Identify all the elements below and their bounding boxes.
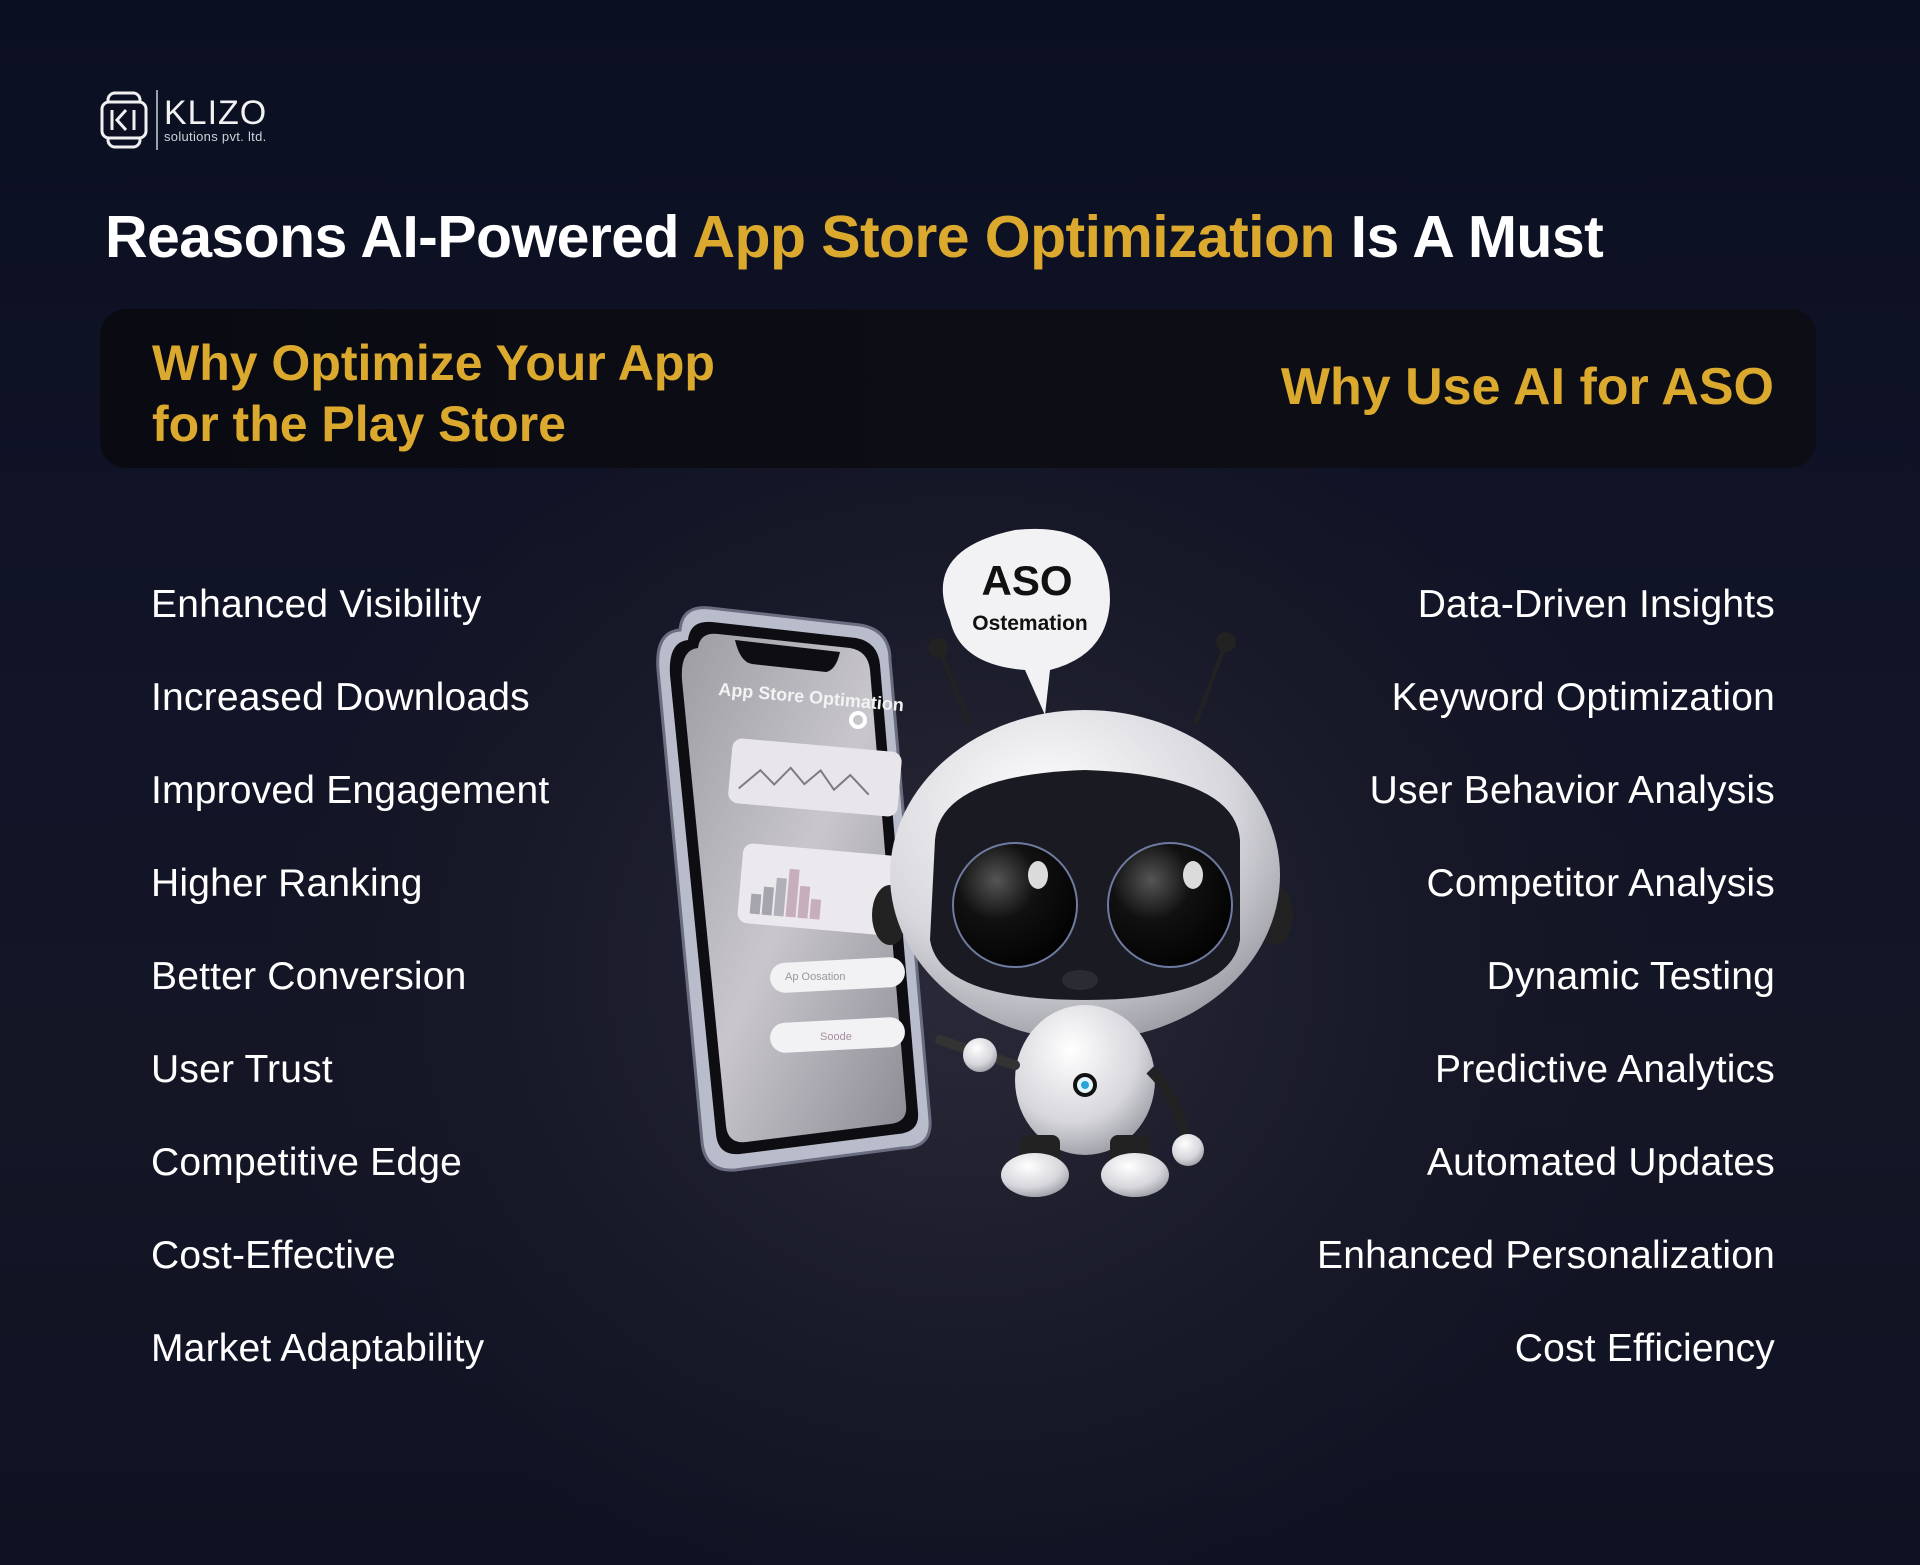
list-item: Enhanced Personalization <box>1317 1234 1775 1277</box>
brand-name: KLIZO <box>164 94 268 132</box>
list-item: Competitive Edge <box>151 1141 463 1184</box>
phone-input-text: Ap Oosation <box>785 971 846 983</box>
logo-text: KLIZO solutions pvt. ltd. <box>164 96 267 144</box>
list-item: Data-Driven Insights <box>1417 583 1775 626</box>
bubble-subtitle: Ostemation <box>972 612 1088 635</box>
robot-phone-illustration: App Store Optimation Ap Oosation Soode A… <box>656 528 1293 1197</box>
list-item: Cost-Effective <box>151 1234 396 1277</box>
play-store-reasons-list: Enhanced Visibility Increased Downloads … <box>151 580 549 1417</box>
left-heading-line1: Why Optimize Your App <box>152 335 715 391</box>
title-prefix: Reasons AI-Powered <box>105 204 693 270</box>
brand-logo: KLIZO solutions pvt. ltd. <box>100 80 267 160</box>
list-item: Keyword Optimization <box>1391 676 1775 719</box>
list-item: Improved Engagement <box>151 769 550 812</box>
list-item: Automated Updates <box>1426 1141 1775 1184</box>
list-item: Higher Ranking <box>151 862 423 905</box>
phone-button-text: Soode <box>820 1031 852 1043</box>
bubble-title: ASO <box>981 557 1072 604</box>
list-item: Better Conversion <box>151 955 467 998</box>
list-item: User Behavior Analysis <box>1369 769 1775 812</box>
logo-divider <box>156 90 158 150</box>
page-title: Reasons AI-Powered App Store Optimizatio… <box>105 203 1604 271</box>
title-suffix: Is A Must <box>1334 204 1604 270</box>
list-item: Increased Downloads <box>151 676 530 719</box>
left-column-heading: Why Optimize Your App for the Play Store <box>152 333 715 455</box>
list-item: Enhanced Visibility <box>151 583 482 626</box>
robot-mascot <box>872 632 1293 1197</box>
title-highlight: App Store Optimization <box>692 204 1336 270</box>
klizo-logo-icon <box>100 91 148 149</box>
list-item: User Trust <box>151 1048 333 1091</box>
list-item: Predictive Analytics <box>1435 1048 1775 1091</box>
brand-tagline: solutions pvt. ltd. <box>164 129 267 144</box>
left-heading-line2: for the Play Store <box>152 396 566 452</box>
list-item: Cost Efficiency <box>1514 1327 1775 1370</box>
list-item: Competitor Analysis <box>1426 862 1775 905</box>
ai-aso-reasons-list: Data-Driven Insights Keyword Optimizatio… <box>1317 580 1775 1417</box>
list-item: Dynamic Testing <box>1486 955 1775 998</box>
right-column-heading: Why Use AI for ASO <box>1280 358 1774 416</box>
section-headings-panel: Why Optimize Your App for the Play Store… <box>100 309 1816 468</box>
list-item: Market Adaptability <box>151 1327 485 1370</box>
speech-bubble: ASO Ostemation <box>942 528 1110 715</box>
